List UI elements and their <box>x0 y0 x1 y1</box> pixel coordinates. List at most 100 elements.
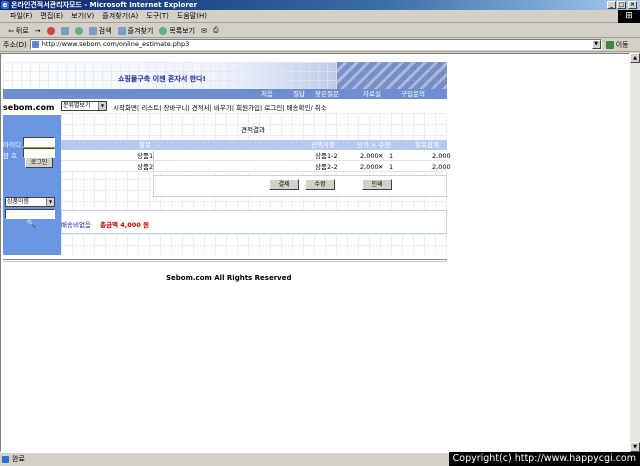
scroll-down-icon[interactable]: ▼ <box>630 442 640 452</box>
status-page-icon <box>2 456 9 463</box>
topnav-downloads[interactable]: 자료실 <box>363 89 381 99</box>
category-select-value: 분류별보기 <box>63 102 91 109</box>
menu-bar: 파일(F) 편집(E) 보기(V) 즐겨찾기(A) 도구(T) 도움말(H) <box>0 10 640 23</box>
row-item: 상품2 <box>137 163 154 171</box>
shipping-note: 배송비없음 <box>61 221 91 229</box>
ie-icon: e <box>1 1 9 9</box>
favorites-icon <box>117 26 126 35</box>
favorites-button[interactable]: 즐겨찾기 <box>117 26 153 36</box>
row-times: ✕ <box>378 152 384 160</box>
col-option: 선택사항 <box>311 141 335 149</box>
footer-divider <box>3 261 447 262</box>
menu-view[interactable]: 보기(V) <box>71 11 94 21</box>
edit-button[interactable]: 수정 <box>305 179 335 190</box>
row-option: 상품1-2 <box>315 152 338 160</box>
topnav-purchase[interactable]: 구입문의 <box>401 89 425 99</box>
nav-list[interactable]: 리스트 <box>141 104 159 112</box>
main-nav: 시작화면| 리스트| 장바구니| 견적서| 비우기| 회원가입| 로그인| 배송… <box>113 104 327 112</box>
address-dropdown-icon[interactable]: ▼ <box>591 40 601 49</box>
search-icon[interactable]: 🔍 <box>26 220 36 228</box>
table-row: 상품1 상품1-2 2,000 ✕ 1 2,000 <box>61 151 451 161</box>
home-button[interactable] <box>74 26 83 35</box>
search-label: 검색 <box>98 26 112 35</box>
banner-slogan: 쇼핑몰구축 이젠 혼자서 한다! <box>118 75 206 83</box>
minimize-button[interactable]: _ <box>607 1 616 9</box>
col-item: 항목 <box>139 141 151 149</box>
title-bar: e 온라인견적서관리자모드 - Microsoft Internet Explo… <box>0 0 640 10</box>
nav-start[interactable]: 시작화면 <box>113 104 137 112</box>
print-page-button[interactable]: 인쇄 <box>362 179 392 190</box>
nav-cart[interactable]: 장바구니 <box>163 104 187 112</box>
home-icon <box>74 26 83 35</box>
footer-text: Sebom.com All Rights Reserved <box>166 274 292 282</box>
row-item: 상품1 <box>137 152 154 160</box>
nav-signup[interactable]: 회원가입 <box>236 104 260 112</box>
top-nav: 처음 질답 잦은질문 자료실 구입문의 <box>3 89 447 99</box>
refresh-icon <box>60 26 69 35</box>
row-total: 2,000 <box>432 163 451 171</box>
estimate-table-header: 항목 선택사항 단가 × 수량 항목합계 <box>61 140 447 150</box>
id-input[interactable] <box>23 137 55 147</box>
category-select[interactable]: 분류별보기 ▼ <box>61 101 107 111</box>
history-button[interactable]: 목록보기 <box>159 26 195 36</box>
site-logo[interactable]: sebom.com <box>3 103 54 112</box>
pw-label: 암 호 <box>3 152 18 160</box>
back-button[interactable]: ⇦ 뒤로 <box>8 26 29 36</box>
chevron-down-icon: ▼ <box>98 102 106 110</box>
nav-shipping[interactable]: 배송확인 <box>287 104 311 112</box>
search-button[interactable]: 검색 <box>88 26 112 36</box>
go-label: 이동 <box>615 40 629 49</box>
scroll-up-icon[interactable]: ▲ <box>630 53 640 63</box>
maximize-button[interactable]: □ <box>617 1 626 9</box>
menu-help[interactable]: 도움말(H) <box>177 11 207 21</box>
action-box <box>153 175 447 197</box>
payment-button[interactable]: 결제 <box>269 179 299 190</box>
refresh-button[interactable] <box>60 26 69 35</box>
search-field-select[interactable]: 상품이름 ▼ <box>5 197 55 207</box>
footer-divider <box>3 259 447 260</box>
status-text: 완료 <box>12 455 25 463</box>
row-qty: 1 <box>389 163 394 171</box>
menu-favorites[interactable]: 즐겨찾기(A) <box>102 11 138 21</box>
table-row: 상품2 상품2-2 2,000 ✕ 1 2,000 <box>61 162 451 172</box>
back-label: 뒤로 <box>15 26 29 35</box>
vertical-scrollbar[interactable]: ▲ ▼ <box>630 53 640 452</box>
topnav-faq[interactable]: 잦은질문 <box>315 89 339 99</box>
menu-edit[interactable]: 편집(E) <box>40 11 63 21</box>
chevron-down-icon: ▼ <box>46 198 54 206</box>
row-price: 2,000 <box>360 152 379 160</box>
go-button[interactable]: 이동 <box>605 40 629 50</box>
address-input[interactable]: http://www.sebom.com/online_estimate.php… <box>29 39 602 50</box>
print-button[interactable]: ⎙ <box>213 26 219 35</box>
close-button[interactable]: × <box>628 1 637 9</box>
stop-button[interactable] <box>46 26 55 35</box>
copyright-banner: Copyright(c) http://www.happycgi.com <box>448 452 640 466</box>
forward-button[interactable]: → <box>35 27 41 35</box>
address-url: http://www.sebom.com/online_estimate.php… <box>41 40 190 48</box>
topnav-home[interactable]: 처음 <box>261 89 273 99</box>
login-button[interactable]: 로그인 <box>25 157 53 168</box>
browser-window: e 온라인견적서관리자모드 - Microsoft Internet Explo… <box>0 0 640 466</box>
menu-file[interactable]: 파일(F) <box>10 11 32 21</box>
cell-divider <box>153 151 154 161</box>
go-arrow-icon <box>605 40 614 49</box>
topnav-qna[interactable]: 질답 <box>293 89 305 99</box>
page-title: 견적결과 <box>241 126 265 134</box>
mail-button[interactable]: ✉ <box>201 27 207 35</box>
address-label: 주소(D) <box>3 40 27 49</box>
col-price-qty: 단가 × 수량 <box>357 141 391 149</box>
nav-empty[interactable]: 비우기 <box>214 104 232 112</box>
id-label: 아이디 <box>3 141 21 149</box>
nav-cancel[interactable]: 취소 <box>315 104 327 112</box>
history-icon <box>159 26 168 35</box>
nav-login[interactable]: 로그인 <box>264 104 282 112</box>
address-bar: 주소(D) http://www.sebom.com/online_estima… <box>0 38 640 52</box>
menu-tools[interactable]: 도구(T) <box>146 11 169 21</box>
col-total: 항목합계 <box>415 141 439 149</box>
row-times: ✕ <box>378 163 384 171</box>
left-sidebar <box>3 99 61 255</box>
cell-divider <box>153 162 154 172</box>
page-icon <box>31 41 39 48</box>
nav-estimate[interactable]: 견적서 <box>192 104 210 112</box>
search-input[interactable] <box>5 209 55 219</box>
